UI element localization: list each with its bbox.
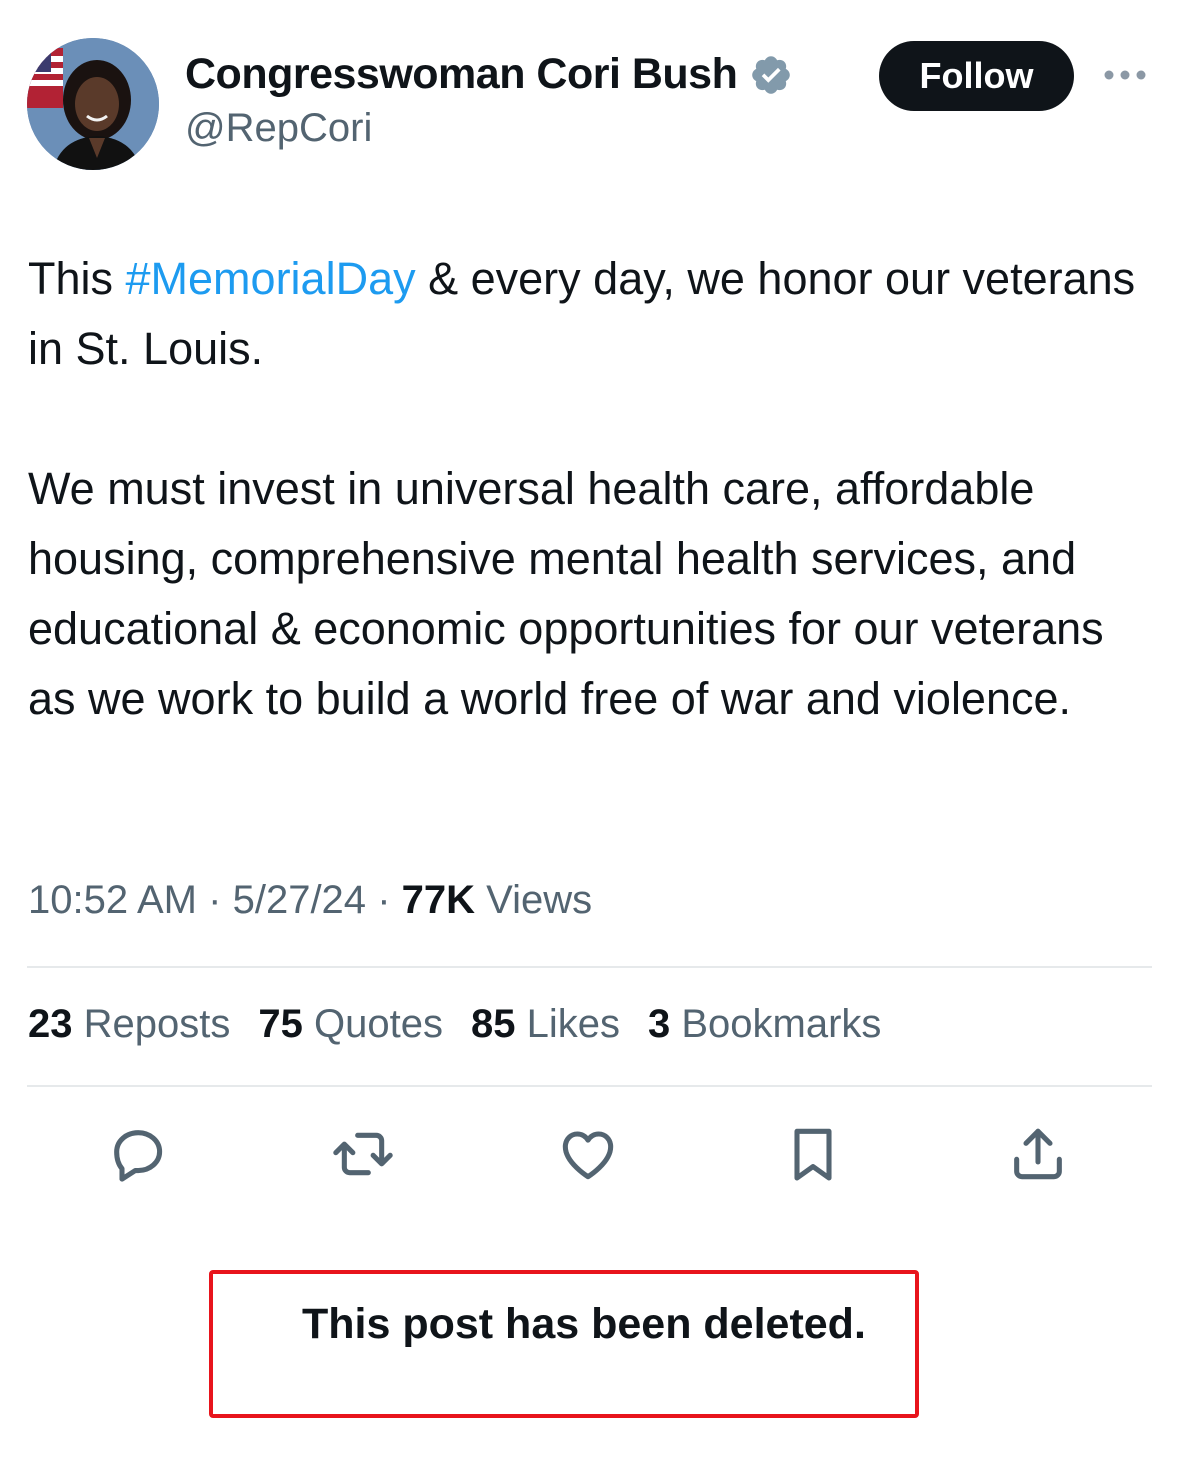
share-icon[interactable] <box>1006 1122 1070 1186</box>
views-label: Views <box>486 878 593 922</box>
author-display-name-row[interactable]: Congresswoman Cori Bush <box>185 50 793 99</box>
meta-separator: · <box>377 878 391 922</box>
tweet-stats: 23 Reposts 75 Quotes 85 Likes 3 Bookmark… <box>28 1002 909 1047</box>
more-options-icon[interactable] <box>1101 60 1149 90</box>
author-display-name[interactable]: Congresswoman Cori Bush <box>185 50 738 99</box>
stat-likes[interactable]: 85 Likes <box>471 1002 620 1047</box>
divider <box>27 966 1152 968</box>
bookmark-icon[interactable] <box>781 1122 845 1186</box>
stat-count: 3 <box>647 1002 671 1046</box>
tweet-paragraph-1: This #MemorialDay & every day, we honor … <box>28 244 1158 384</box>
follow-button[interactable]: Follow <box>879 41 1074 111</box>
deleted-notice-text: This post has been deleted. <box>302 1300 866 1348</box>
stat-label: Quotes <box>314 1002 443 1046</box>
stat-reposts[interactable]: 23 Reposts <box>28 1002 230 1047</box>
tweet-date[interactable]: 5/27/24 <box>233 878 366 922</box>
verified-badge-icon <box>752 55 791 94</box>
stat-count: 85 <box>470 1002 516 1046</box>
divider <box>27 1085 1152 1087</box>
stat-label: Likes <box>526 1002 620 1046</box>
tweet-meta: 10:52 AM · 5/27/24 · 77K Views <box>28 878 592 923</box>
views-count: 77K <box>401 878 476 922</box>
like-icon[interactable] <box>556 1122 620 1186</box>
tweet-paragraph-2: We must invest in universal health care,… <box>28 463 1104 724</box>
stat-count: 75 <box>258 1002 303 1046</box>
stat-bookmarks[interactable]: 3 Bookmarks <box>648 1002 881 1047</box>
hashtag-link[interactable]: #MemorialDay <box>126 253 416 304</box>
stat-label: Reposts <box>83 1002 231 1046</box>
stat-count: 23 <box>28 1002 73 1046</box>
author-avatar[interactable] <box>27 38 159 170</box>
meta-separator: · <box>208 878 222 922</box>
reply-icon[interactable] <box>106 1122 170 1186</box>
stat-quotes[interactable]: 75 Quotes <box>258 1002 443 1047</box>
author-handle[interactable]: @RepCori <box>185 106 372 151</box>
stat-label: Bookmarks <box>681 1002 882 1046</box>
tweet-text-lead: This <box>28 253 126 304</box>
tweet-time[interactable]: 10:52 AM <box>28 878 197 922</box>
tweet-text: This #MemorialDay & every day, we honor … <box>28 244 1158 734</box>
repost-icon[interactable] <box>331 1122 395 1186</box>
